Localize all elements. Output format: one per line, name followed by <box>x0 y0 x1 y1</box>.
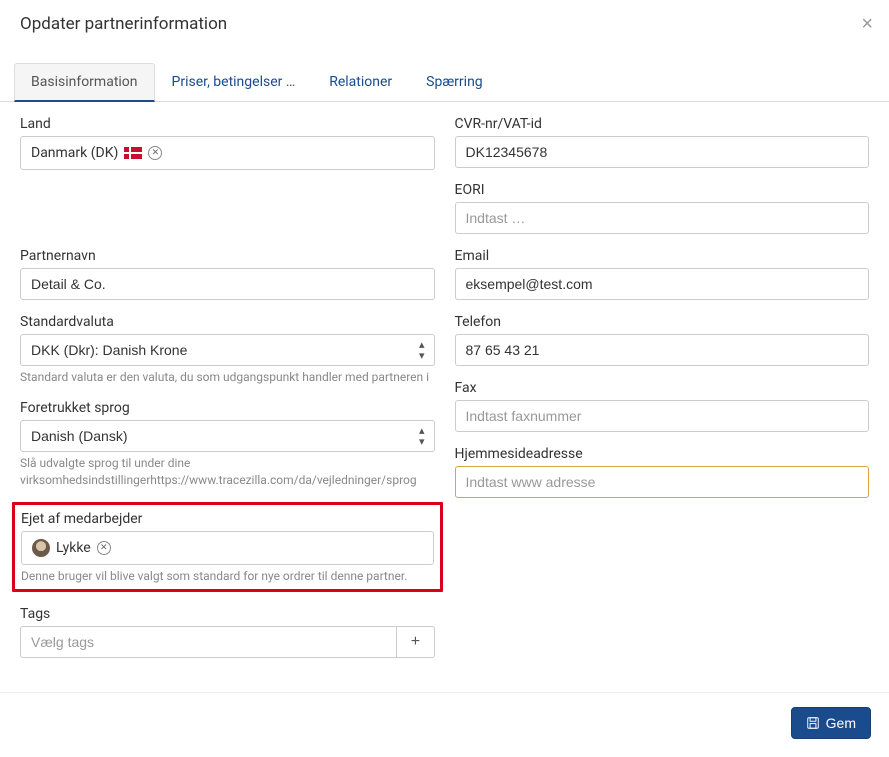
telefon-input[interactable] <box>455 334 870 366</box>
save-label: Gem <box>826 715 856 731</box>
eori-label: EORI <box>455 182 870 198</box>
telefon-label: Telefon <box>455 314 870 330</box>
email-label: Email <box>455 248 870 264</box>
eori-input[interactable] <box>455 202 870 234</box>
tab-priser[interactable]: Priser, betingelser … <box>155 63 313 102</box>
ejet-value: Lykke <box>56 540 91 556</box>
land-input[interactable]: Danmark (DK) ✕ <box>20 136 435 170</box>
fax-input[interactable] <box>455 400 870 432</box>
sprog-select[interactable] <box>20 420 435 452</box>
land-value: Danmark (DK) <box>31 145 118 161</box>
fax-label: Fax <box>455 380 870 396</box>
email-input[interactable] <box>455 268 870 300</box>
hjemmeside-label: Hjemmesideadresse <box>455 446 870 462</box>
valuta-select[interactable] <box>20 334 435 366</box>
tags-label: Tags <box>20 606 435 622</box>
tags-input[interactable] <box>20 626 396 658</box>
save-icon <box>806 716 820 730</box>
partnernavn-label: Partnernavn <box>20 248 435 264</box>
tab-relationer[interactable]: Relationer <box>312 63 409 102</box>
avatar-icon <box>32 539 50 557</box>
plus-icon: + <box>411 633 420 650</box>
tab-spaerring[interactable]: Spærring <box>409 63 500 102</box>
land-clear-icon[interactable]: ✕ <box>148 146 162 160</box>
ejet-input[interactable]: Lykke ✕ <box>21 531 434 565</box>
save-button[interactable]: Gem <box>791 707 871 739</box>
valuta-label: Standardvaluta <box>20 314 435 330</box>
close-icon: × <box>861 13 873 35</box>
modal-title: Opdater partnerinformation <box>20 14 227 34</box>
ejet-clear-icon[interactable]: ✕ <box>97 541 111 555</box>
sprog-help: Slå udvalgte sprog til under dine virkso… <box>20 455 435 489</box>
land-label: Land <box>20 116 435 132</box>
partnernavn-input[interactable] <box>20 268 435 300</box>
tabs: Basisinformation Priser, betingelser … R… <box>0 62 889 102</box>
ejet-highlight: Ejet af medarbejder Lykke ✕ Denne bruger… <box>12 502 443 592</box>
cvr-input[interactable] <box>455 136 870 168</box>
tab-basisinformation[interactable]: Basisinformation <box>14 63 155 102</box>
hjemmeside-input[interactable] <box>455 466 870 498</box>
sprog-label: Foretrukket sprog <box>20 400 435 416</box>
valuta-help: Standard valuta er den valuta, du som ud… <box>20 369 435 386</box>
add-tag-button[interactable]: + <box>396 626 434 658</box>
close-button[interactable]: × <box>861 14 873 34</box>
flag-dk-icon <box>124 147 142 159</box>
ejet-label: Ejet af medarbejder <box>21 511 434 527</box>
cvr-label: CVR-nr/VAT-id <box>455 116 870 132</box>
ejet-help: Denne bruger vil blive valgt som standar… <box>21 568 434 585</box>
